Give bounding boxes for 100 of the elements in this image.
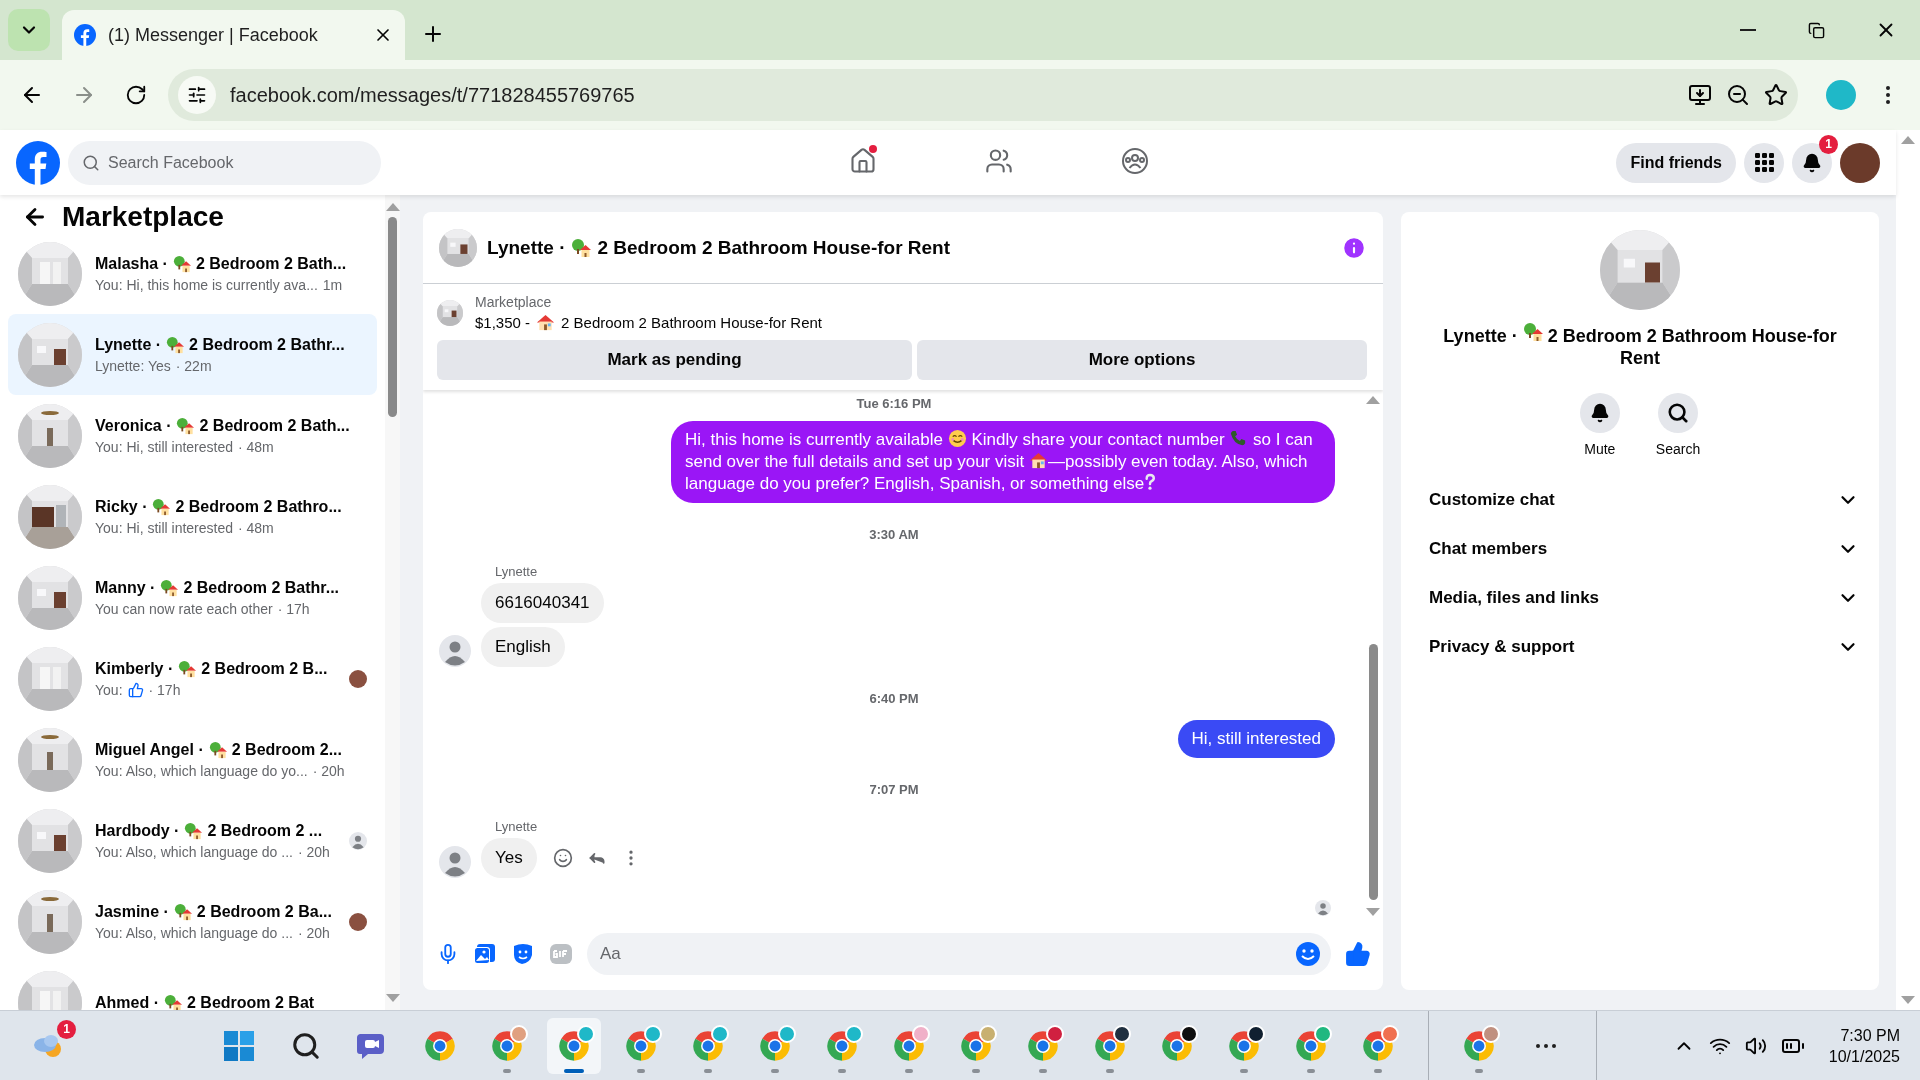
house-tree-icon [152, 497, 171, 516]
photo-icon[interactable] [473, 942, 497, 966]
message-time: · 17h [277, 600, 310, 617]
conversation-item[interactable]: Lynette · 2 Bedroom 2 Bathr... Lynette: Yes · 22m [8, 314, 377, 395]
windows-start-icon [224, 1030, 254, 1061]
message-time: · 17h [148, 681, 181, 698]
contact-name: Ricky · [95, 497, 148, 516]
home-icon [848, 147, 877, 175]
question-mark-icon [1144, 473, 1157, 492]
listing-title: 2 Bedroom 2 Bathroom House-for Rent [561, 314, 822, 331]
listing-title: 2 Bedroom 2 ... [207, 821, 323, 840]
conversation-item[interactable]: Miguel Angel · 2 Bedroom 2... You: Also, which language do yo... · 20h [8, 719, 377, 800]
seen-avatar [349, 831, 367, 850]
received-message: 6616040341 [481, 583, 604, 623]
scroll-down-arrow [1366, 908, 1380, 916]
contact-name: Lynette · [95, 335, 162, 354]
taskbar-app[interactable] [547, 1017, 601, 1074]
message-preview: You: Hi, this home is currently ava... [95, 276, 318, 293]
section-header[interactable]: Customize chat [1421, 475, 1859, 524]
sent-message: Hi, still interested [1177, 720, 1335, 758]
conversation-item[interactable]: Manny · 2 Bedroom 2 Bathr... You can now rate each other · 17h [8, 557, 377, 638]
conversation-item[interactable]: Ricky · 2 Bedroom 2 Bathro... You: Hi, still interested · 48m [8, 476, 377, 557]
sticker-icon[interactable] [511, 942, 535, 966]
conversation-item[interactable]: Kimberly · 2 Bedroom 2 B... You: · 17h [8, 638, 377, 719]
listing-title: 2 Bedroom 2 Bathr... [189, 335, 345, 354]
smiling-face-icon [947, 429, 967, 448]
thumbs-up-icon[interactable] [1345, 941, 1371, 967]
seen-avatar [1315, 900, 1331, 916]
browser-tab[interactable]: (1) Messenger | Facebook [62, 10, 405, 60]
message-preview: You: Hi, still interested [95, 438, 233, 455]
house-tree-icon [172, 254, 191, 273]
clock[interactable]: 7:30 PM 10/1/2025 [1828, 1024, 1900, 1067]
friends-icon [984, 147, 1013, 175]
message-preview: You: Also, which language do yo... [95, 762, 308, 779]
react-icon[interactable] [552, 848, 573, 868]
listing-title: 2 Bedroom 2... [231, 740, 342, 759]
tab-list-button[interactable] [8, 9, 50, 51]
sender-avatar [439, 635, 471, 667]
seen-avatar [349, 912, 367, 931]
listing-title: 2 Bedroom 2 B... [201, 659, 328, 678]
section-header[interactable]: Media, files and links [1421, 573, 1859, 622]
find-friends-button[interactable]: Find friends [1616, 142, 1736, 183]
zoom-out-icon[interactable] [1726, 83, 1750, 107]
seen-avatar [349, 669, 367, 688]
section-header[interactable]: Privacy & support [1421, 622, 1859, 671]
message-time: · 22m [175, 357, 212, 374]
facebook-logo[interactable] [16, 140, 60, 185]
search-field[interactable]: Search Facebook [68, 140, 381, 185]
house-tree-icon [208, 740, 227, 759]
mark-pending-button[interactable]: Mark as pending [437, 340, 912, 380]
listing-title: 2 Bedroom 2 Bathroom House-for Rent [597, 236, 951, 259]
account-avatar[interactable] [1840, 142, 1880, 183]
message-input[interactable]: Aa [587, 933, 1331, 975]
restore-icon [1808, 21, 1825, 39]
house-tree-icon [164, 993, 182, 1010]
conversation-item[interactable]: Veronica · 2 Bedroom 2 Bath... You: Hi, still interested · 48m [8, 395, 377, 476]
listing-title: 2 Bedroom 2 Bath... [195, 254, 347, 273]
scroll-up-arrow [1901, 136, 1915, 144]
message-time: · 20h [297, 843, 330, 860]
thumbs-up-icon [127, 681, 144, 698]
house-tree-icon [160, 578, 179, 597]
sender-name: Lynette [495, 564, 539, 579]
listing-price: $1,350 - [475, 314, 531, 331]
more-icon [1536, 1043, 1556, 1048]
message-time: · 20h [312, 762, 345, 779]
search-icon [291, 1030, 321, 1061]
house-tree-icon [173, 902, 192, 921]
bell-icon [1802, 152, 1822, 173]
contact-name: Manny · [95, 578, 156, 597]
install-app-icon[interactable] [1688, 83, 1712, 107]
message-time: 1m [322, 276, 343, 293]
menu-button[interactable] [1744, 142, 1784, 183]
sent-message: Hi, this home is currently available Kindly share your contact number so I can send over the full details and set up your visit —possibly even today. Also, which language do you prefer? English, Spanish, or something else [671, 421, 1335, 503]
received-message: Yes [481, 838, 537, 878]
timestamp: 6:40 PM [869, 691, 919, 706]
address-bar[interactable]: facebook.com/messages/t/771828455769765 [168, 69, 1798, 121]
facebook-logo [74, 24, 96, 46]
bookmark-star-icon[interactable] [1764, 83, 1788, 107]
contact-name: Ahmed · [95, 993, 159, 1010]
conversation-item[interactable]: Malasha · 2 Bedroom 2 Bath... You: Hi, this home is currently ava... 1m [8, 233, 377, 314]
minimize-icon [1739, 29, 1756, 31]
conversation-item[interactable]: Jasmine · 2 Bedroom 2 Ba... You: Also, which language do ... · 20h [8, 881, 377, 962]
scroll-down-arrow [385, 994, 400, 1002]
emoji-icon[interactable] [1295, 941, 1321, 967]
listing-title: 2 Bedroom 2 Bat [187, 993, 315, 1010]
site-settings-icon [187, 85, 207, 105]
house-tree-icon [166, 335, 185, 354]
search-icon [82, 153, 100, 172]
section-header[interactable]: Chat members [1421, 524, 1859, 573]
conversation-item[interactable]: Hardbody · 2 Bedroom 2 ... You: Also, which language do ... · 20h [8, 800, 377, 881]
app-grid-icon [1754, 153, 1774, 172]
groups-icon [1120, 147, 1149, 175]
listing-title: 2 Bedroom 2 Bath... [199, 416, 350, 435]
listing-title: 2 Bedroom 2 Bathr... [183, 578, 340, 597]
house-tree-icon [184, 821, 203, 840]
message-time: · 48m [238, 438, 274, 455]
more-options-button[interactable]: More options [917, 340, 1367, 380]
reload-icon [125, 84, 147, 106]
contact-name: Kimberly · [95, 659, 174, 678]
timestamp: Tue 6:16 PM [856, 396, 932, 411]
